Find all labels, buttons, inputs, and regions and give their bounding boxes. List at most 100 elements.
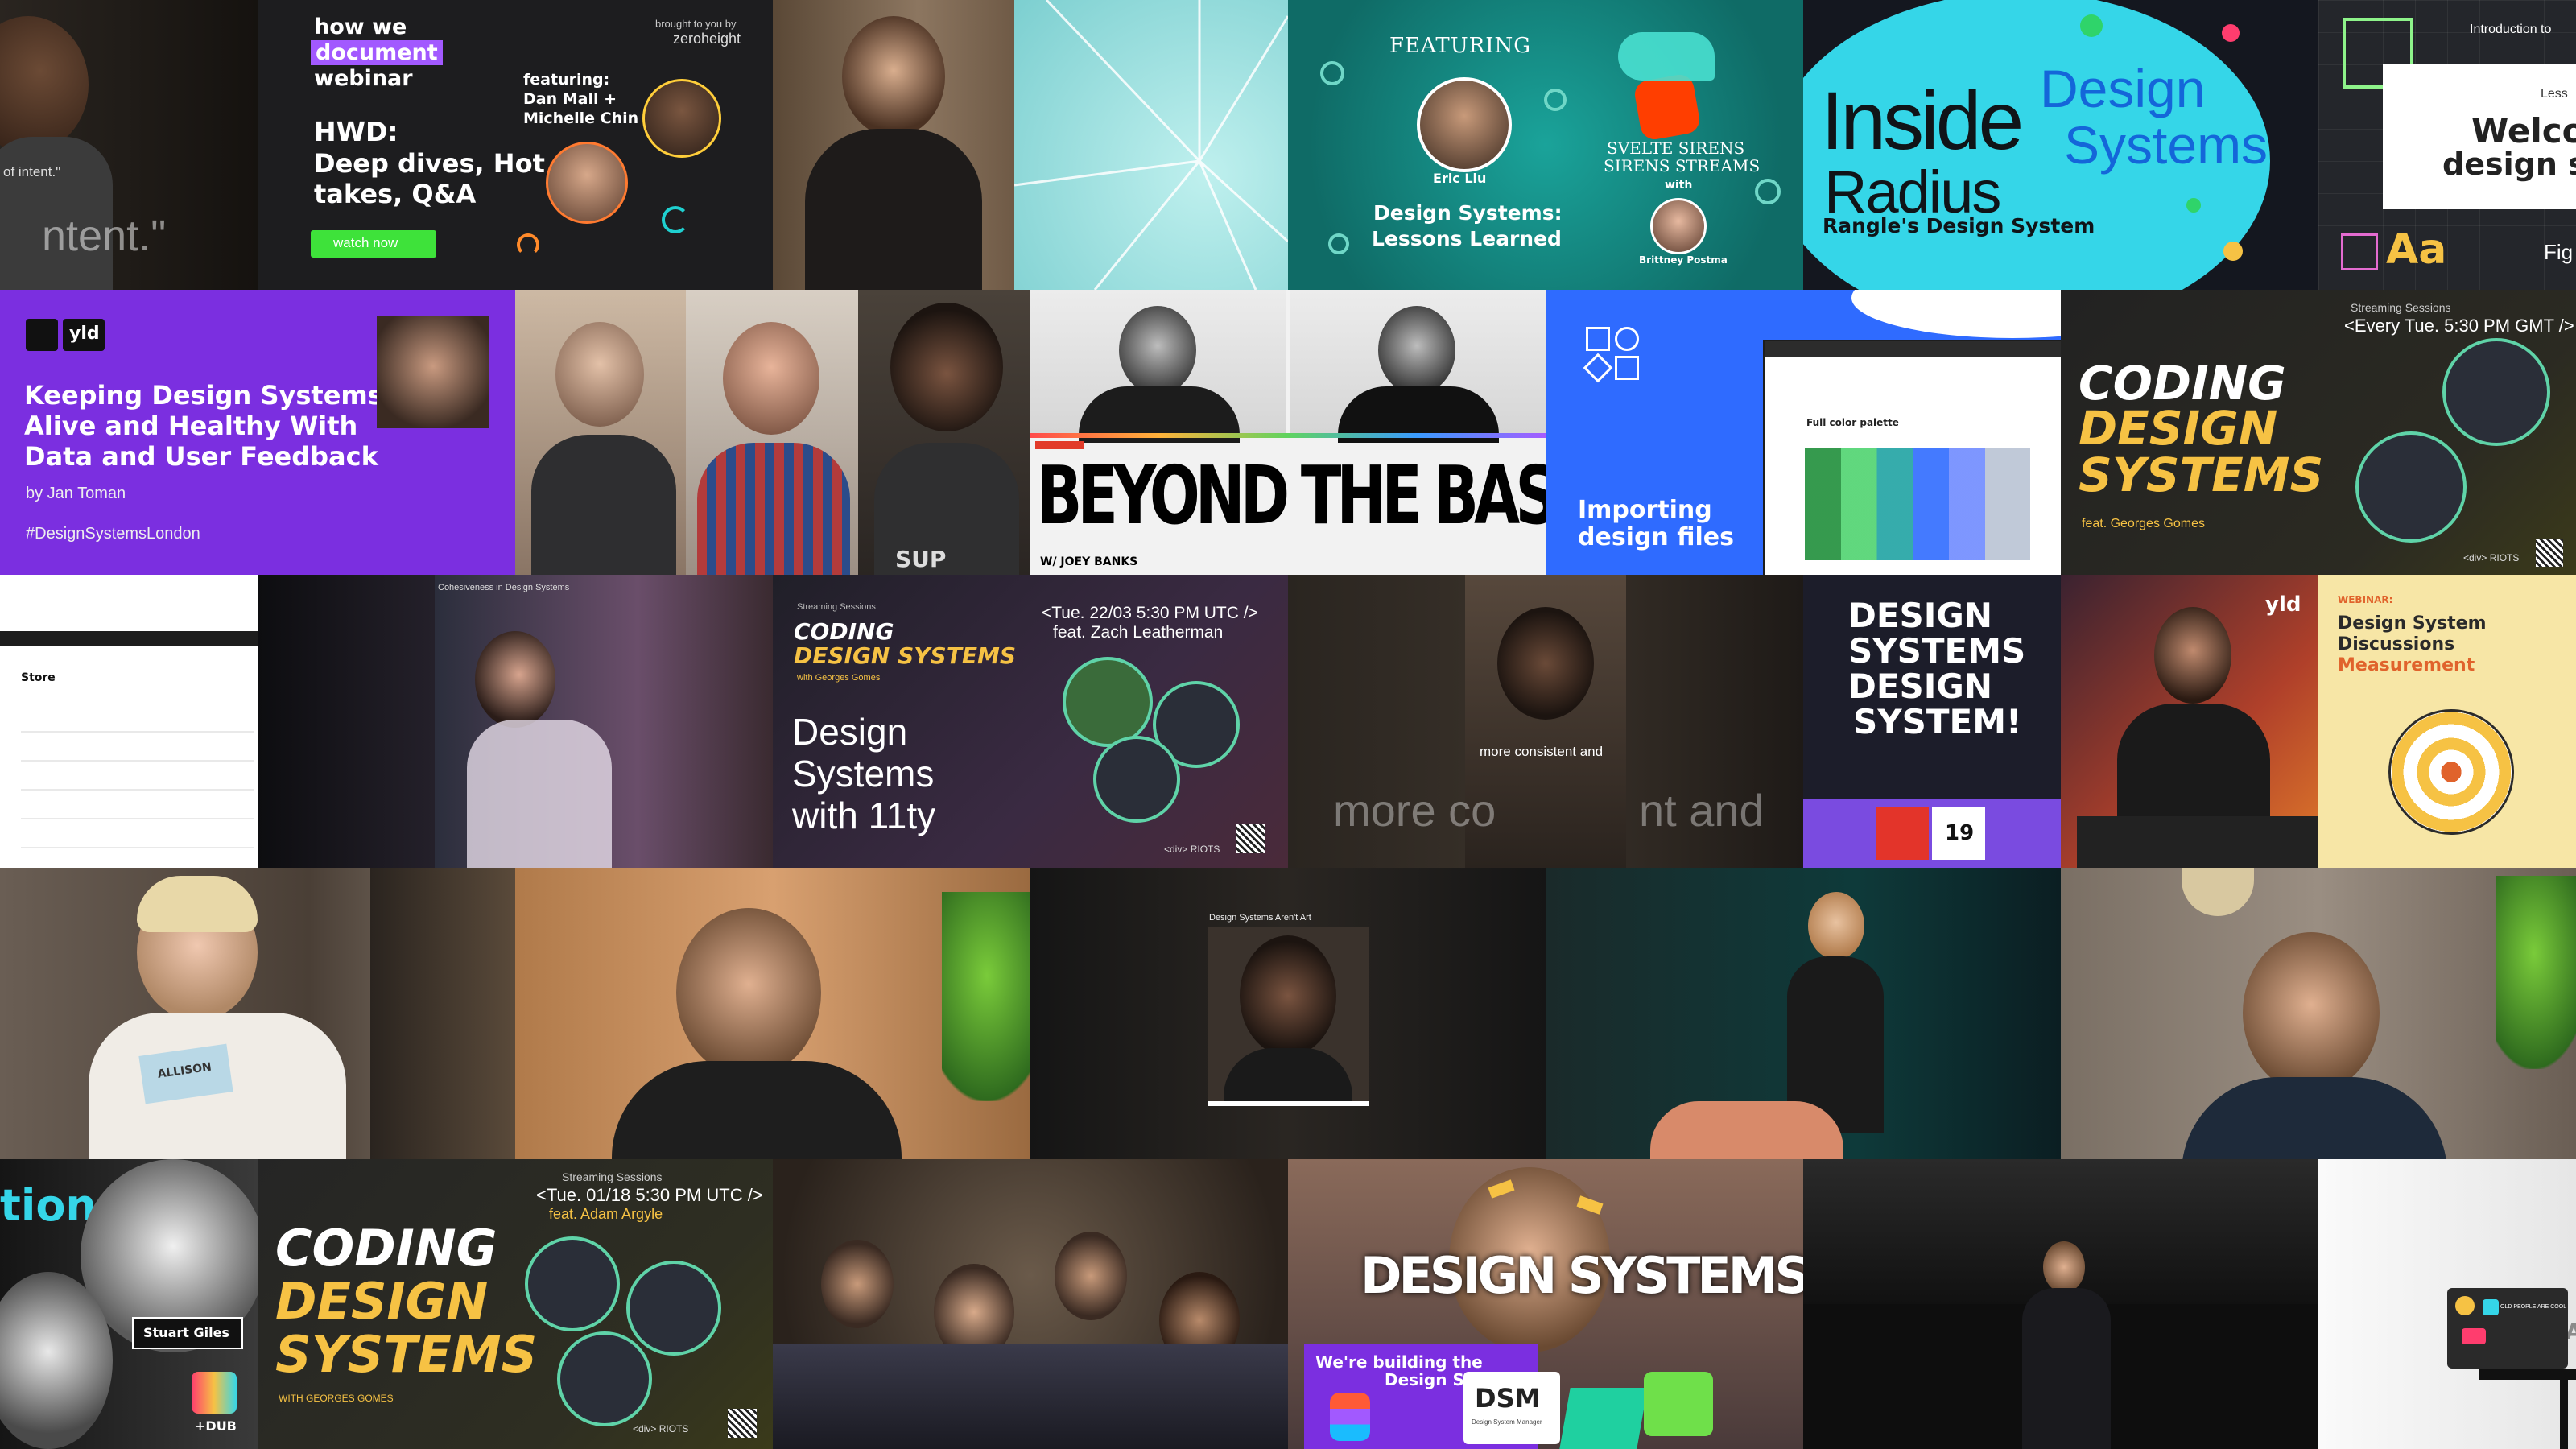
store-heading: Store	[21, 671, 56, 684]
art-caption: Design Systems Aren't Art	[1209, 913, 1311, 923]
sticker	[2462, 1328, 2486, 1344]
audience-rows	[773, 1344, 1288, 1449]
episode-title-3: with 11ty	[792, 795, 936, 836]
sketch-icon	[1559, 1388, 1648, 1449]
thumbnail-intent-speaker[interactable]: of intent." ntent."	[0, 0, 258, 290]
speaker-body	[805, 129, 982, 290]
streaming-label: Streaming Sessions	[797, 602, 876, 612]
bubble-decoration	[1544, 89, 1567, 111]
episode-title-1: Design	[792, 711, 908, 753]
talk-hashtag: #DesignSystemsLondon	[26, 525, 200, 543]
riots-brand: <div> RIOTS	[633, 1423, 689, 1435]
dsm-title: DESIGN SYSTEMS	[1360, 1246, 1803, 1305]
guest-avatar	[2442, 338, 2550, 446]
beyond-title: BEYOND THE BASICS	[1037, 449, 1546, 543]
thumbnail-keeping-design-systems[interactable]: yld Keeping Design Systems Alive and Hea…	[0, 290, 515, 575]
riots-brand: <div> RIOTS	[1164, 844, 1220, 855]
guest-avatar	[1063, 657, 1153, 747]
thumbnail-design-systems-dsm[interactable]: DESIGN SYSTEMS We're building the Design…	[1288, 1159, 1803, 1449]
audience-member	[821, 1240, 894, 1328]
dot-decoration	[2186, 198, 2201, 213]
thumbnail-coding-design-systems-1[interactable]: Streaming Sessions <Every Tue. 5:30 PM G…	[2061, 290, 2576, 575]
feat-label: feat. Adam Argyle	[549, 1206, 663, 1222]
dsds-line-3: DESIGN	[1848, 667, 1993, 706]
guest-avatar	[525, 1236, 620, 1331]
speaker-head	[2154, 607, 2231, 704]
word-systems: Systems	[2064, 115, 2268, 175]
thumbnail-bearded-speaker-2[interactable]	[2061, 868, 2576, 1159]
shirt-text: SUP	[895, 546, 947, 572]
design-systems-line: DESIGN SYSTEMS	[794, 642, 1016, 669]
badge-name: ALLISON	[156, 1060, 213, 1081]
speaker-head	[676, 908, 821, 1077]
episode-title-2: Systems	[792, 753, 935, 795]
watch-now-button[interactable]: watch now	[311, 230, 436, 258]
talk-title-1: Keeping Design Systems	[24, 380, 383, 411]
thumbnail-more-consistent[interactable]: more consistent and more co nt and	[1288, 575, 1803, 868]
thumbnail-coding-design-systems-2[interactable]: Streaming Sessions <Tue. 01/18 5:30 PM U…	[258, 1159, 773, 1449]
thumbnail-beyond-the-basics[interactable]: BEYOND THE BASICS W/ JOEY BANKS	[1030, 290, 1546, 575]
thumbnail-importing-design-files[interactable]: Importing design files Full color palett…	[1546, 290, 2061, 575]
thumbnail-yld-speaker[interactable]: yld	[2061, 575, 2318, 868]
brand-line-1: SVELTE SIRENS	[1607, 138, 1745, 158]
thumbnail-audience[interactable]	[773, 1159, 1288, 1449]
thumbnail-stuart-giles[interactable]: tion Stuart Giles +DUB	[0, 1159, 258, 1449]
webinar-title-2: Discussions	[2338, 634, 2455, 654]
participant-body	[531, 435, 676, 575]
plant	[942, 892, 1030, 1101]
dsm-logo: DSM	[1475, 1383, 1541, 1414]
with-label: with	[1665, 179, 1693, 192]
thumbnail-cohesiveness[interactable]: Cohesiveness in Design Systems	[435, 575, 773, 868]
thumbnail-stage-speaker-mic[interactable]	[1803, 1159, 2318, 1449]
guest-avatar-2	[546, 142, 628, 224]
thumbnail-design-systems-11ty[interactable]: Streaming Sessions CODING DESIGN SYSTEMS…	[773, 575, 1288, 868]
podium	[2077, 816, 2318, 868]
thumbnail-laptop-stickers[interactable]: SVA OLD PEOPLE ARE COOL	[2318, 1159, 2576, 1449]
coding-line: CODING	[275, 1219, 497, 1278]
featuring-label: FEATURING	[1389, 34, 1531, 58]
thumbnail-bearded-speaker[interactable]	[515, 868, 1030, 1159]
hwd-subtitle-1: Deep dives, Hot	[314, 148, 545, 179]
speaker-left-photo	[1030, 290, 1286, 443]
thumbnail-intro-figma[interactable]: Introduction to Less Welco design s Aa F…	[2318, 0, 2576, 290]
thumbnail-inside-radius[interactable]: Inside Radius Design Systems Rangle's De…	[1803, 0, 2318, 290]
feat-label: feat. Georges Gomes	[2082, 517, 2205, 530]
featuring-names-1: Dan Mall +	[523, 90, 617, 108]
thumbnail-svelte-sirens[interactable]: FEATURING Eric Liu Design Systems: Lesso…	[1288, 0, 1803, 290]
thumbnail-store-screen[interactable]: Store	[0, 575, 258, 868]
quote-big: ntent."	[42, 212, 167, 260]
header-webinar: webinar	[314, 66, 413, 91]
bubble-decoration	[1320, 61, 1344, 85]
webinar-label: WEBINAR:	[2338, 594, 2393, 605]
thumbnail-design-systems-design-system[interactable]: DESIGN SYSTEMS DESIGN SYSTEM! 19	[1803, 575, 2061, 868]
cohesiveness-caption: Cohesiveness in Design Systems	[438, 583, 570, 592]
caption-big-tail: nt and	[1639, 785, 1765, 836]
dsds-line-1: DESIGN	[1848, 596, 1993, 635]
palette-label: Full color palette	[1806, 417, 1899, 428]
webinar-title-1: Design System	[2338, 613, 2487, 634]
speaker-head	[1378, 306, 1455, 394]
thumbnail-abstract-rays[interactable]	[1014, 0, 1288, 290]
header-how-we: how we	[314, 14, 407, 39]
importing-caption-2: design files	[1578, 523, 1734, 551]
thumbnail-stage-speaker-woman[interactable]	[1546, 868, 2061, 1159]
thumbnail-speaker-woman[interactable]	[773, 0, 1014, 290]
thumbnail-measurement-webinar[interactable]: WEBINAR: Design System Discussions Measu…	[2318, 575, 2576, 868]
thumbnail-video-call-three[interactable]: SUP	[515, 290, 1030, 575]
bubble-decoration	[1328, 233, 1349, 254]
hwd-subtitle-2: takes, Q&A	[314, 179, 477, 209]
yld-logo: yld	[2265, 592, 2301, 617]
tagline: Rangle's Design System	[1823, 214, 2095, 237]
stage-chair	[1650, 1101, 1843, 1159]
presenter-head	[1497, 607, 1594, 720]
thumbnail-design-systems-arent-art[interactable]: Design Systems Aren't Art	[1030, 868, 1546, 1159]
guest-avatar-1	[642, 79, 721, 158]
brought-by-label: brought to you by	[655, 18, 737, 30]
welcome-line-1: Welco	[2471, 111, 2576, 151]
thumbnail-phone-dark[interactable]	[258, 575, 435, 868]
host-avatar-1	[626, 1261, 721, 1356]
thumbnail-how-we-document[interactable]: how we document webinar brought to you b…	[258, 0, 773, 290]
thumbnail-allison-speaker[interactable]: ALLISON	[0, 868, 515, 1159]
caption-big: more co	[1333, 785, 1496, 836]
figma-toolbar	[1765, 341, 2061, 357]
